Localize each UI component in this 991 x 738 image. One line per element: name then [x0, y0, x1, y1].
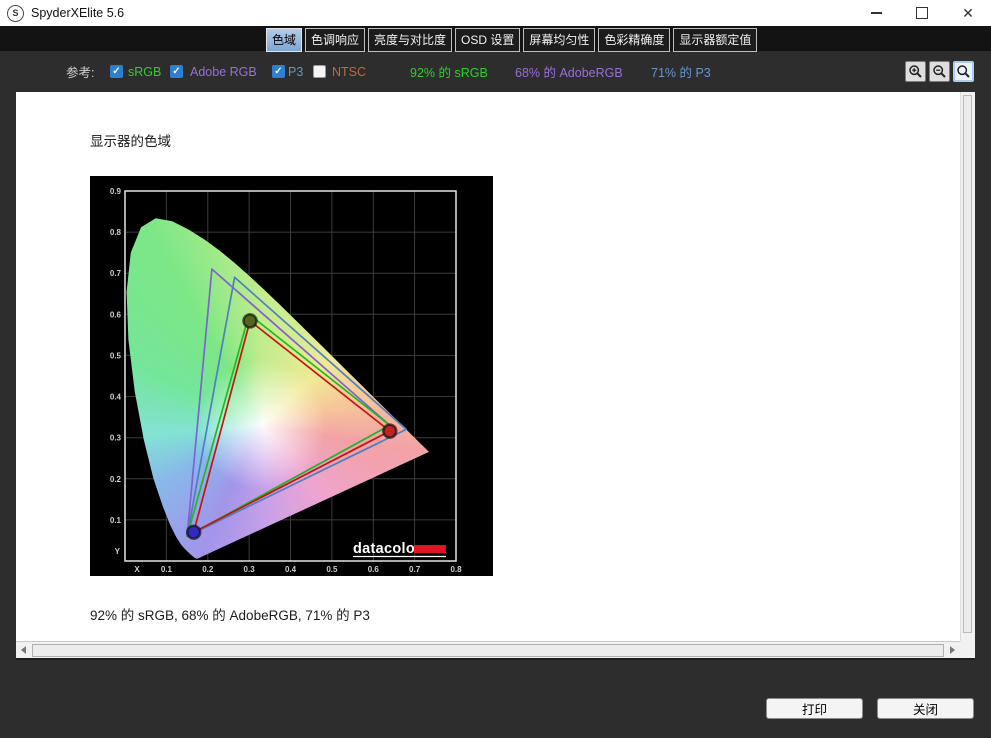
svg-text:datacolor: datacolor: [353, 541, 421, 557]
srgb-coverage-readout: 92% 的 sRGB: [410, 66, 488, 80]
titlebar: S SpyderXElite 5.6 ✕: [0, 0, 991, 26]
ntsc-checkbox[interactable]: [313, 65, 326, 78]
adobergb-checkbox[interactable]: [170, 65, 183, 78]
svg-text:0.6: 0.6: [110, 310, 122, 319]
zoom-out-button[interactable]: [929, 61, 950, 82]
zoom-in-icon: [909, 65, 922, 78]
window-title: SpyderXElite 5.6: [31, 6, 125, 20]
tab-brightness-contrast[interactable]: 亮度与对比度: [368, 28, 453, 52]
zoom-controls: [905, 51, 974, 92]
p3-coverage-readout: 71% 的 P3: [651, 66, 711, 80]
report-page: 显示器的色域 0.1 0.2 0.3 0.4 0.5 0.6 0.7 0.8 0.9 Y 0.1 0.…: [16, 92, 960, 641]
window-controls: ✕: [853, 0, 991, 26]
tab-tone-response[interactable]: 色调响应: [305, 28, 366, 52]
vertical-scrollbar[interactable]: [960, 92, 975, 641]
svg-text:0.1: 0.1: [110, 516, 122, 525]
horizontal-scrollbar-thumb[interactable]: [32, 643, 944, 657]
scroll-left-icon: [21, 646, 26, 654]
svg-text:0.2: 0.2: [110, 475, 122, 484]
minimize-icon: [870, 12, 882, 14]
close-dialog-button[interactable]: 关闭: [877, 698, 974, 719]
svg-text:0.7: 0.7: [409, 565, 421, 574]
srgb-checkbox-label[interactable]: sRGB: [128, 51, 161, 92]
p3-checkbox-label[interactable]: P3: [288, 51, 303, 92]
tab-strip: 色域 色调响应 亮度与对比度 OSD 设置 屏幕均匀性 色彩精确度 显示器额定值: [0, 26, 991, 52]
print-button[interactable]: 打印: [766, 698, 863, 719]
maximize-button[interactable]: [899, 0, 945, 26]
svg-text:0.5: 0.5: [326, 565, 338, 574]
tab-bar: 色域 色调响应 亮度与对比度 OSD 设置 屏幕均匀性 色彩精确度 显示器额定值: [266, 28, 758, 52]
tab-screen-uniformity[interactable]: 屏幕均匀性: [523, 28, 596, 52]
report-panel: 显示器的色域 0.1 0.2 0.3 0.4 0.5 0.6 0.7 0.8 0.9 Y 0.1 0.…: [16, 92, 975, 641]
cie-chromaticity-chart: 0.1 0.2 0.3 0.4 0.5 0.6 0.7 0.8 0.9 Y 0.1 0.2 0.3 0.4…: [90, 176, 493, 576]
svg-text:0.5: 0.5: [110, 351, 122, 360]
maximize-icon: [916, 7, 928, 19]
scroll-left-button[interactable]: [16, 643, 31, 658]
zoom-reset-button[interactable]: [953, 61, 974, 82]
reference-toolbar: 参考: sRGB Adobe RGB P3 NTSC 92% 的 sRGB 68…: [0, 51, 991, 92]
svg-text:0.3: 0.3: [244, 565, 256, 574]
adobergb-checkbox-label[interactable]: Adobe RGB: [190, 51, 257, 92]
app-logo-icon: S: [7, 4, 24, 22]
scroll-right-icon: [950, 646, 955, 654]
close-button[interactable]: ✕: [945, 0, 991, 26]
svg-text:0.4: 0.4: [110, 393, 122, 402]
reference-label: 参考:: [66, 66, 95, 80]
srgb-checkbox[interactable]: [110, 65, 123, 78]
zoom-out-icon: [933, 65, 946, 78]
report-heading: 显示器的色域: [90, 134, 171, 149]
spyderx-app-window: { "window": { "title": "SpyderXElite 5.6…: [0, 0, 991, 738]
tab-osd-settings[interactable]: OSD 设置: [455, 28, 521, 52]
scroll-right-button[interactable]: [945, 643, 960, 658]
svg-text:0.6: 0.6: [368, 565, 380, 574]
svg-text:0.7: 0.7: [110, 269, 122, 278]
svg-text:0.8: 0.8: [450, 565, 462, 574]
vertical-scrollbar-thumb[interactable]: [963, 95, 972, 633]
magnifier-icon: [957, 65, 970, 78]
panel-bottom-divider: [16, 658, 975, 660]
svg-text:0.8: 0.8: [110, 228, 122, 237]
svg-text:0.9: 0.9: [110, 187, 122, 196]
svg-text:0.2: 0.2: [202, 565, 214, 574]
close-icon: ✕: [962, 5, 974, 21]
svg-text:0.4: 0.4: [285, 565, 297, 574]
adobergb-coverage-readout: 68% 的 AdobeRGB: [515, 66, 623, 80]
horizontal-scrollbar[interactable]: [16, 641, 960, 658]
tab-display-rating[interactable]: 显示器额定值: [673, 28, 758, 52]
svg-text:Y: Y: [115, 547, 121, 556]
minimize-button[interactable]: [853, 0, 899, 26]
scrollbar-corner: [960, 641, 975, 658]
p3-checkbox[interactable]: [272, 65, 285, 78]
svg-text:X: X: [134, 565, 140, 574]
tab-color-accuracy[interactable]: 色彩精确度: [598, 28, 671, 52]
svg-text:0.1: 0.1: [161, 565, 173, 574]
zoom-in-button[interactable]: [905, 61, 926, 82]
gamut-summary-caption: 92% 的 sRGB, 68% 的 AdobeRGB, 71% 的 P3: [90, 608, 370, 623]
ntsc-checkbox-label[interactable]: NTSC: [332, 51, 366, 92]
tab-gamut[interactable]: 色域: [266, 28, 303, 52]
chart-gamut-layer: 0.1 0.2 0.3 0.4 0.5 0.6 0.7 0.8 0.9 Y 0.1 0.2 0.3 0.4…: [110, 187, 462, 574]
svg-text:0.3: 0.3: [110, 434, 122, 443]
